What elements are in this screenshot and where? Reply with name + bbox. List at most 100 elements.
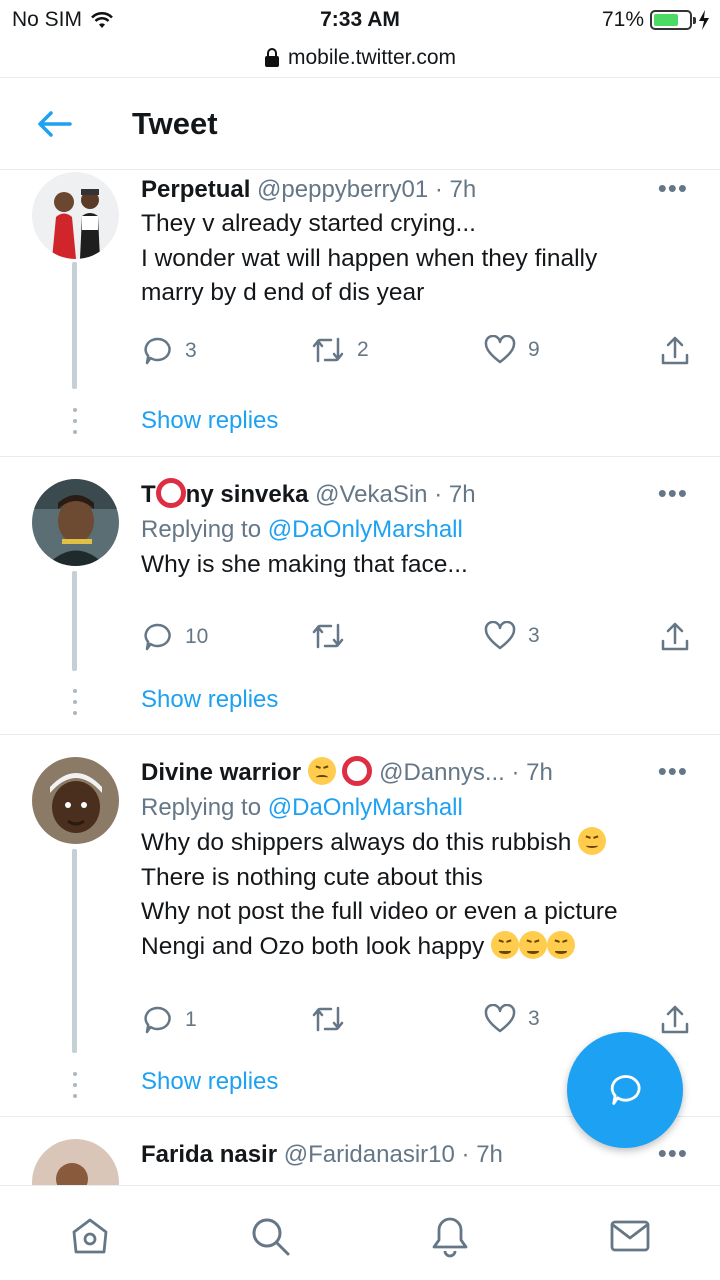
like-count: 3 [528,624,540,647]
tweet-text-line: marry by d end of dis year [141,279,425,306]
replying-to: Replying to @DaOnlyMarshall [141,512,696,548]
replying-to-label: Replying to [141,516,268,543]
lock-icon [264,48,279,67]
tweet-content: Divine warrior @Dannys... · 7h ••• Reply… [141,756,696,964]
avatar[interactable] [32,479,119,566]
tweet-content: Perpetual @peppyberry01 · 7h ••• They v … [141,173,696,311]
tweet-text: Why do shippers always do this rubbish T… [141,826,696,964]
more-options-icon[interactable]: ••• [658,173,688,203]
share-button[interactable] [659,335,691,367]
retweet-count: 2 [357,338,369,361]
tweet-meta: Tny sinveka @VekaSin · 7h [141,478,696,512]
thread-line [72,849,77,1053]
battery-icon [650,10,696,30]
search-icon[interactable] [248,1214,292,1258]
retweet-button[interactable] [311,621,357,651]
timestamp[interactable]: 7h [476,1141,503,1168]
tired-face-emoji [491,930,520,959]
back-arrow-icon[interactable] [34,108,74,140]
display-name[interactable]: Perpetual [141,176,250,203]
replying-to: Replying to @DaOnlyMarshall [141,790,696,826]
show-replies-link[interactable]: Show replies [141,1068,278,1096]
more-options-icon[interactable]: ••• [658,478,688,508]
thread-gap-dots [73,1072,77,1105]
display-name[interactable]: Farida nasir [141,1141,277,1168]
tweet-text-line: They v already started crying... [141,210,476,237]
display-name[interactable]: Divine warrior [141,759,301,786]
tweet-meta: Perpetual @peppyberry01 · 7h [141,173,696,207]
display-name[interactable]: Tny sinveka [141,478,309,508]
heart-icon [484,1004,516,1033]
reply-button[interactable]: 1 [141,1004,197,1036]
replying-to-label: Replying to [141,794,268,821]
timestamp[interactable]: 7h [449,481,476,508]
reply-icon [144,1006,171,1034]
charging-icon [699,10,709,30]
battery-percent: 71% [601,8,644,31]
tweet-text-line: I wonder wat will happen when they final… [141,244,598,272]
like-button[interactable]: 9 [484,335,540,365]
like-count: 3 [528,1007,540,1030]
thread-gap-dots [73,689,77,722]
tweet-text-line: Why is she making that face... [141,551,468,578]
page-title: Tweet [132,106,218,141]
separator: · [461,1141,470,1168]
timestamp[interactable]: 7h [526,759,553,786]
thread-line [72,262,77,389]
display-name-part: T [141,481,156,508]
bottom-navigation [0,1185,720,1280]
display-name-part: ny sinveka [185,481,309,508]
share-icon [661,1005,689,1034]
reply-count: 10 [185,625,209,648]
show-replies-link[interactable]: Show replies [141,407,278,435]
reply-button[interactable]: 10 [141,621,208,653]
reply-count: 1 [185,1008,197,1031]
tweet-text: They v already started crying... I wonde… [141,207,696,311]
avatar[interactable] [32,172,119,259]
retweet-button[interactable] [311,1004,357,1034]
reply-icon [144,337,171,365]
share-button[interactable] [659,1004,691,1036]
kissing-face-emoji [307,757,336,785]
avatar[interactable] [32,757,119,844]
user-handle[interactable]: @peppyberry01 [257,176,428,203]
tweet-item[interactable]: Tny sinveka @VekaSin · 7h ••• Replying t… [0,457,720,735]
avatar[interactable] [32,1139,119,1185]
mention-link[interactable]: @DaOnlyMarshall [268,516,463,543]
compose-reply-button[interactable] [567,1032,683,1148]
url-text: mobile.twitter.com [287,46,457,69]
tweet-text-line: There is nothing cute about this [141,863,483,891]
url-bar[interactable]: mobile.twitter.com [0,40,720,76]
mention-link[interactable]: @DaOnlyMarshall [268,794,463,821]
show-replies-link[interactable]: Show replies [141,686,278,714]
user-handle[interactable]: @VekaSin [315,481,427,508]
red-circle-emoji [342,756,373,786]
tweet-item[interactable]: Perpetual @peppyberry01 · 7h ••• They v … [0,170,720,457]
user-handle[interactable]: @Faridanasir10 [284,1141,455,1168]
timestamp[interactable]: 7h [450,176,477,203]
home-icon[interactable] [68,1214,112,1258]
reply-button[interactable]: 3 [141,335,197,367]
thread-gap-dots [73,408,77,441]
tweet-text-line: Nengi and Ozo both look happy [141,930,696,965]
tweet-text: Why is she making that face... [141,548,696,583]
like-button[interactable]: 3 [484,621,540,651]
tweet-content: Tny sinveka @VekaSin · 7h ••• Replying t… [141,478,696,583]
separator: · [511,759,520,786]
reply-icon [610,1075,641,1105]
more-options-icon[interactable]: ••• [658,1138,688,1168]
messages-envelope-icon[interactable] [608,1214,652,1258]
retweet-button[interactable]: 2 [311,335,369,365]
heart-icon [484,335,516,364]
share-icon [661,336,689,365]
red-circle-emoji [155,478,186,508]
more-options-icon[interactable]: ••• [658,756,688,786]
share-button[interactable] [659,621,691,653]
like-count: 9 [528,338,540,361]
like-button[interactable]: 3 [484,1004,540,1034]
reply-icon [144,623,171,651]
retweet-icon [312,1006,344,1032]
retweet-icon [312,623,344,649]
user-handle[interactable]: @Dannys... [379,759,505,786]
notifications-bell-icon[interactable] [428,1214,472,1258]
